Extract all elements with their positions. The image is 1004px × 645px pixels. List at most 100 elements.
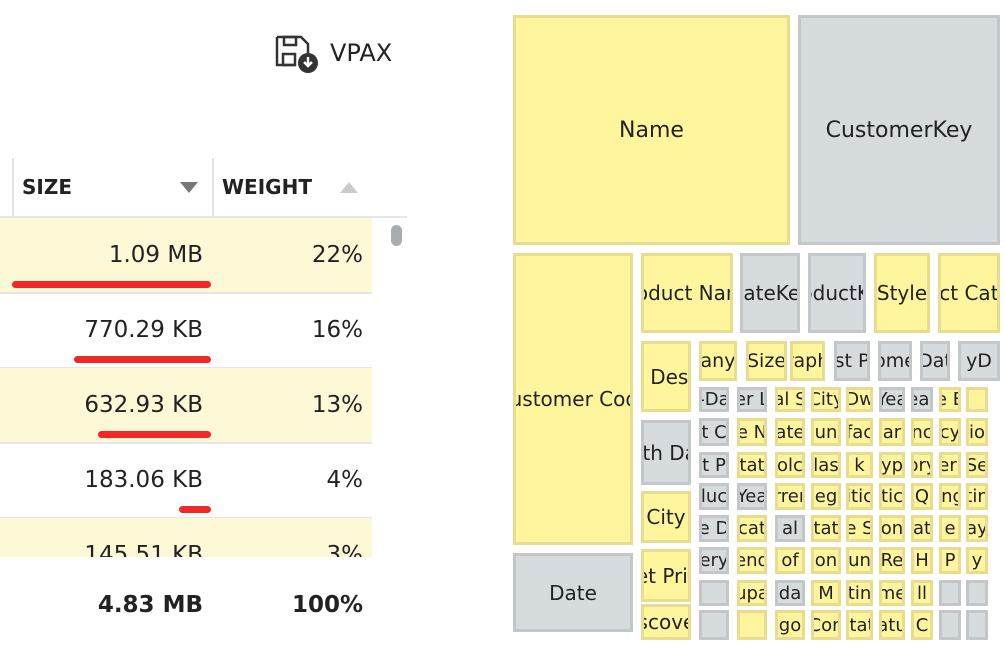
treemap-tile[interactable]: ery	[699, 547, 729, 574]
treemap-tile[interactable]: eg	[811, 483, 841, 510]
treemap-tile[interactable]: tin	[966, 483, 988, 510]
treemap-tile[interactable]: on	[879, 515, 905, 542]
treemap-tile[interactable]: Re	[879, 547, 905, 574]
treemap-tile[interactable]: Q	[911, 483, 933, 510]
treemap-tile[interactable]: Dw	[846, 387, 873, 412]
table-row[interactable]: 1.09 MB 22%	[0, 218, 372, 294]
treemap-tile[interactable]: olc	[775, 452, 805, 478]
treemap-tile[interactable]: cat	[737, 515, 767, 542]
treemap-tile[interactable]: City	[811, 387, 841, 412]
treemap-tile[interactable]: Name	[513, 15, 790, 245]
treemap-tile[interactable]: da	[775, 580, 805, 606]
treemap-tile[interactable]: DateKey	[740, 253, 800, 333]
treemap-tile[interactable]: itat	[846, 610, 873, 640]
treemap-tile[interactable]: t C	[699, 418, 729, 446]
treemap-tile[interactable]: Net Price	[641, 549, 691, 602]
treemap-tile[interactable]: tat	[737, 452, 767, 478]
scrollbar-thumb[interactable]	[391, 225, 402, 246]
table-row[interactable]: 770.29 KB 16%	[0, 293, 372, 369]
treemap-tile[interactable]: me	[879, 580, 905, 606]
treemap-tile[interactable]: ing	[939, 483, 961, 510]
treemap-tile[interactable]: atu	[879, 610, 905, 640]
treemap-tile[interactable]	[966, 580, 988, 606]
treemap-tile[interactable]: Birth Date	[641, 420, 691, 485]
table-row[interactable]: 183.06 KB 4%	[0, 443, 372, 519]
column-header-size[interactable]: SIZE	[22, 158, 198, 216]
treemap-tile[interactable]: e S	[846, 515, 873, 542]
treemap-tile[interactable]: on	[811, 547, 841, 574]
treemap-tile[interactable]: Product Name	[641, 253, 733, 333]
treemap-tile[interactable]: ay	[966, 515, 988, 542]
treemap-tile[interactable]: Customer Code	[513, 253, 633, 545]
treemap-tile[interactable]: yD	[958, 341, 1000, 381]
treemap-tile[interactable]: cy	[939, 418, 961, 446]
treemap-tile[interactable]: Product Category	[938, 253, 1000, 333]
treemap-tile[interactable]	[939, 580, 961, 606]
treemap-tile[interactable]: City	[641, 491, 691, 543]
treemap-tile[interactable]: CustomerKey	[798, 15, 1000, 245]
table-row[interactable]: 632.93 KB 13%	[0, 368, 372, 444]
treemap-tile[interactable]: M	[811, 580, 841, 606]
treemap-tile[interactable]: Yea	[879, 387, 905, 412]
treemap-tile[interactable]: ear	[911, 387, 933, 412]
treemap-tile[interactable]: of	[775, 547, 805, 574]
treemap-tile[interactable]: Size	[746, 341, 787, 381]
treemap-tile[interactable]: Dat	[920, 341, 950, 381]
treemap-tile[interactable]: Style	[874, 253, 930, 333]
treemap-tile[interactable]: itic	[846, 483, 873, 510]
treemap-tile[interactable]: ar	[879, 418, 905, 446]
export-vpax-button[interactable]: VPAX	[274, 33, 392, 73]
treemap-tile[interactable]	[939, 610, 961, 640]
treemap-tile[interactable]: rrer	[775, 483, 805, 510]
treemap-tile[interactable]: eri	[939, 452, 961, 478]
treemap-tile[interactable]: er L	[737, 387, 767, 412]
treemap-tile[interactable]: yp	[879, 452, 905, 478]
treemap-tile[interactable]: e	[939, 515, 961, 542]
treemap-tile[interactable]: fac	[846, 418, 873, 446]
treemap-tile[interactable]: e N	[737, 418, 767, 446]
treemap-tile[interactable]	[737, 610, 767, 640]
treemap-tile[interactable]: at	[911, 515, 933, 542]
treemap-tile[interactable]: k	[846, 452, 873, 478]
treemap-tile[interactable]: tat	[811, 515, 841, 542]
column-divider[interactable]	[12, 158, 14, 216]
treemap-tile[interactable]	[699, 610, 729, 640]
treemap-tile[interactable]: Date	[513, 553, 633, 632]
sort-ascending-icon[interactable]	[340, 181, 358, 193]
treemap-tile[interactable]: al	[775, 515, 805, 542]
table-row[interactable]: 145.51 KB 3%	[0, 518, 372, 557]
treemap-tile[interactable]: Discovery	[641, 604, 691, 640]
treemap-tile[interactable]: io	[966, 418, 988, 446]
treemap-tile[interactable]: any	[699, 341, 737, 381]
treemap-tile[interactable]	[966, 387, 988, 412]
treemap-tile[interactable]: tin	[846, 580, 873, 606]
treemap-tile[interactable]: e D	[699, 515, 729, 542]
treemap-tile[interactable]: ProductKey	[808, 253, 866, 333]
treemap-tile[interactable]: luc	[699, 483, 729, 510]
treemap-tile[interactable]: ll	[911, 580, 933, 606]
treemap-tile[interactable]: al S	[775, 387, 805, 412]
treemap-tile[interactable]: nc	[911, 418, 933, 446]
treemap-tile[interactable]: upa	[737, 580, 767, 606]
treemap-tile[interactable]: Product Description	[641, 341, 691, 412]
treemap-tile[interactable]: un	[846, 547, 873, 574]
treemap-tile[interactable]: las	[811, 452, 841, 478]
treemap-tile[interactable]: raph	[790, 341, 825, 381]
treemap-tile[interactable]	[966, 610, 988, 640]
column-divider[interactable]	[212, 158, 214, 216]
treemap-tile[interactable]: un	[811, 418, 841, 446]
treemap-tile[interactable]	[699, 580, 729, 606]
treemap-tile[interactable]: Se	[966, 452, 988, 478]
treemap-tile[interactable]: Yea	[737, 483, 767, 510]
treemap-tile[interactable]: t P	[699, 452, 729, 478]
treemap-tile[interactable]: tic	[879, 483, 905, 510]
treemap-tile[interactable]: -Da	[699, 387, 729, 412]
treemap-tile[interactable]: ory	[911, 452, 933, 478]
treemap-tile[interactable]: H	[911, 547, 933, 574]
treemap-tile[interactable]: end	[737, 547, 767, 574]
treemap-tile[interactable]: ate	[775, 418, 805, 446]
treemap-tile[interactable]: ome	[878, 341, 912, 381]
treemap-tile[interactable]: C	[911, 610, 933, 640]
column-header-weight[interactable]: WEIGHT	[222, 158, 358, 216]
treemap-tile[interactable]: Con	[811, 610, 841, 640]
